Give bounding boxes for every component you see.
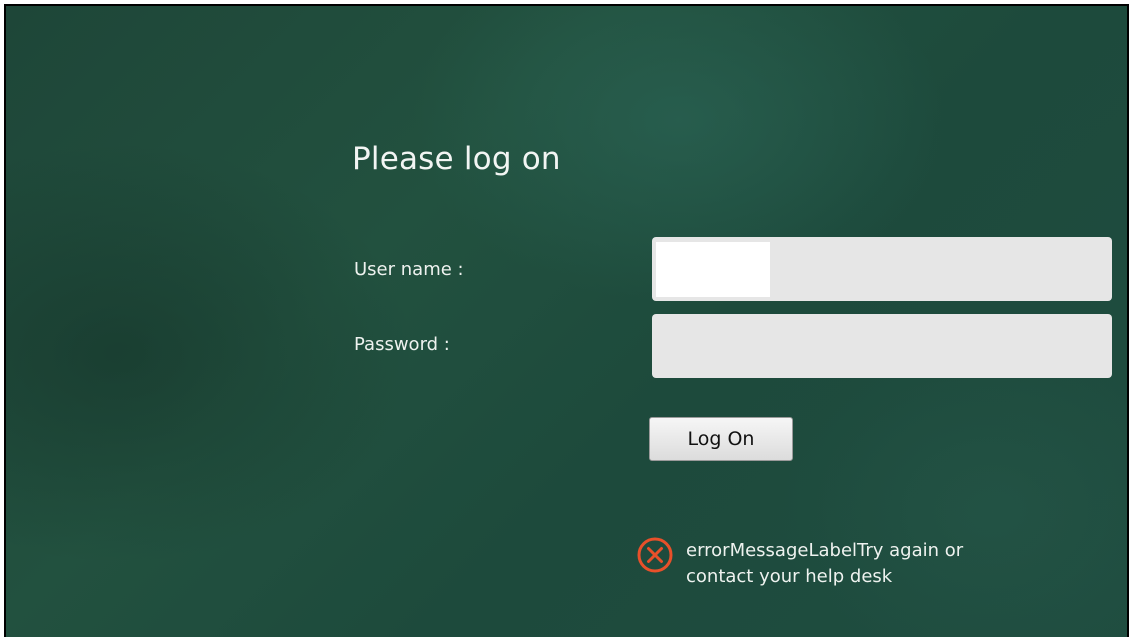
password-label: Password : bbox=[354, 334, 450, 355]
page-title: Please log on bbox=[352, 141, 561, 177]
log-on-button[interactable]: Log On bbox=[649, 417, 793, 461]
error-message: errorMessageLabelTry again or contact yo… bbox=[686, 540, 964, 587]
login-screen: Please log on User name : Password : Log… bbox=[4, 4, 1129, 637]
username-redaction bbox=[656, 242, 770, 297]
password-input[interactable] bbox=[652, 314, 1112, 378]
error-x-circle-icon bbox=[637, 537, 673, 573]
username-label: User name : bbox=[354, 259, 464, 280]
